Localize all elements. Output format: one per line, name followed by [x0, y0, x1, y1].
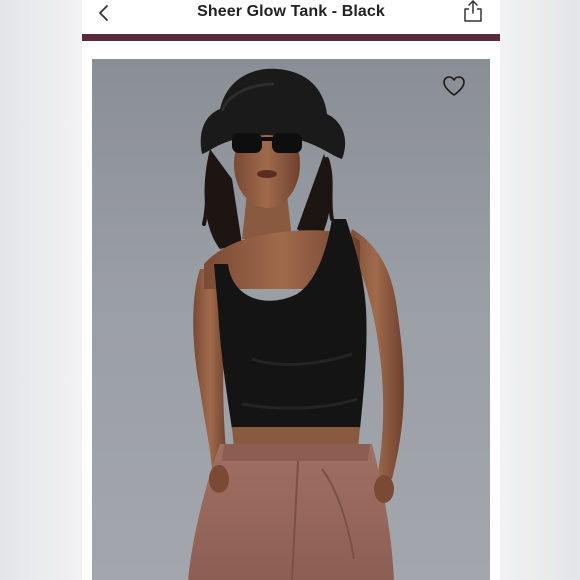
model-illustration [188, 68, 404, 580]
app-screen: Sheer Glow Tank - Black [82, 0, 500, 580]
share-button[interactable] [460, 0, 486, 26]
background-right [498, 0, 580, 580]
back-button[interactable] [90, 2, 118, 28]
chevron-left-icon [97, 4, 111, 27]
background-left [0, 0, 82, 580]
favorite-button[interactable] [442, 75, 468, 99]
header-accent-bar [82, 34, 500, 41]
page-title: Sheer Glow Tank - Black [197, 3, 385, 20]
share-icon [462, 0, 484, 28]
product-image[interactable] [92, 59, 490, 580]
top-navigation-bar: Sheer Glow Tank - Black [82, 0, 500, 34]
